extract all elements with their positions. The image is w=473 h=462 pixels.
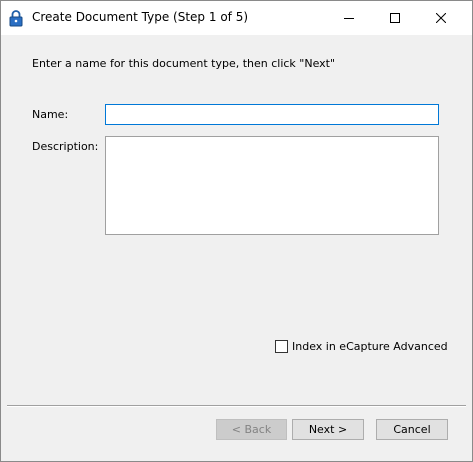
create-document-type-dialog: Create Document Type (Step 1 of 5) Enter… <box>0 0 473 462</box>
index-ecapture-label[interactable]: Index in eCapture Advanced <box>292 340 448 353</box>
window-title: Create Document Type (Step 1 of 5) <box>32 10 249 24</box>
padlock-icon <box>9 10 23 27</box>
minimize-button[interactable] <box>326 1 372 35</box>
description-input[interactable] <box>105 136 439 235</box>
title-bar: Create Document Type (Step 1 of 5) <box>1 1 472 35</box>
name-input[interactable] <box>105 104 439 125</box>
minimize-icon <box>344 18 354 19</box>
maximize-icon <box>390 13 400 23</box>
name-label: Name: <box>32 108 69 121</box>
cancel-button[interactable]: Cancel <box>376 419 448 440</box>
index-ecapture-checkbox[interactable] <box>275 340 288 353</box>
next-button[interactable]: Next > <box>292 419 364 440</box>
back-button[interactable]: < Back <box>216 419 287 440</box>
instruction-text: Enter a name for this document type, the… <box>32 57 336 70</box>
index-ecapture-option[interactable]: Index in eCapture Advanced <box>275 340 448 353</box>
maximize-button[interactable] <box>372 1 418 35</box>
description-label: Description: <box>32 140 99 153</box>
close-icon <box>436 13 446 23</box>
close-button[interactable] <box>418 1 464 35</box>
footer-divider <box>7 405 466 407</box>
